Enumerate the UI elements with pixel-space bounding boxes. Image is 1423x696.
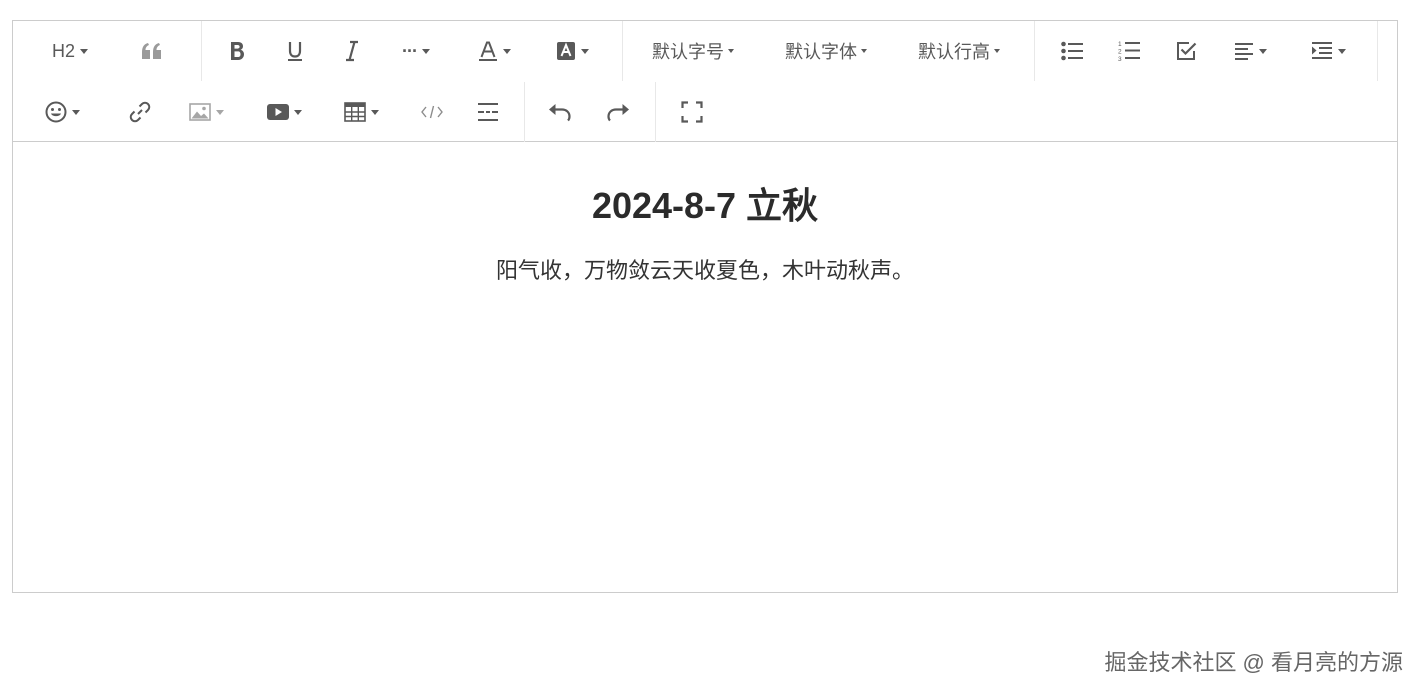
font-color-button[interactable] xyxy=(471,21,517,81)
watermark-text: 掘金技术社区 @ 看月亮的方源 xyxy=(1104,650,1403,675)
svg-text:1: 1 xyxy=(1118,41,1122,48)
toolbar-separator xyxy=(655,82,656,142)
font-family-select-label: 默认字体 xyxy=(785,42,857,62)
toolbar-separator xyxy=(1377,21,1378,81)
divider-icon xyxy=(478,103,498,121)
font-color-icon xyxy=(478,41,497,61)
heading-select-label: H2 xyxy=(51,40,75,61)
more-styles-label: ··· xyxy=(402,40,418,61)
indent-icon xyxy=(1311,42,1332,59)
chevron-down-icon xyxy=(728,49,734,53)
background-color-icon xyxy=(556,42,575,60)
document-paragraph: 阳气收，万物敛云天收夏色，木叶动秋声。 xyxy=(495,258,914,283)
insert-table-button[interactable] xyxy=(336,82,386,142)
toolbar-separator xyxy=(622,21,623,81)
underline-button[interactable] xyxy=(279,21,311,81)
svg-text:3: 3 xyxy=(1118,56,1122,62)
chevron-down-icon xyxy=(580,48,589,54)
undo-button[interactable] xyxy=(543,82,577,142)
editor-toolbar: H2 ··· 默认字号 默认字体 默认行高 1 2 3 xyxy=(13,21,1397,142)
indent-button[interactable] xyxy=(1303,21,1353,81)
text-align-button[interactable] xyxy=(1227,21,1273,81)
background-color-button[interactable] xyxy=(549,21,595,81)
italic-button[interactable] xyxy=(336,21,368,81)
chevron-down-icon xyxy=(1337,48,1346,54)
bold-icon xyxy=(231,42,244,60)
redo-button[interactable] xyxy=(601,82,635,142)
bulleted-list-icon xyxy=(1061,41,1083,61)
emoji-button[interactable] xyxy=(37,82,87,142)
todo-list-button[interactable] xyxy=(1169,21,1203,81)
numbered-list-icon: 1 2 3 xyxy=(1118,41,1140,62)
code-block-button[interactable] xyxy=(415,82,449,142)
font-size-select-label: 默认字号 xyxy=(652,42,724,62)
redo-icon xyxy=(607,104,629,122)
toolbar-separator xyxy=(524,82,525,142)
italic-icon xyxy=(346,40,358,62)
font-family-select-button[interactable]: 默认字体 xyxy=(766,21,886,81)
smiley-icon xyxy=(45,101,66,123)
editor-content-area[interactable]: 2024-8-7 立秋 阳气收，万物敛云天收夏色，木叶动秋声。 xyxy=(13,143,1397,592)
line-height-select-label: 默认行高 xyxy=(918,42,990,62)
image-icon xyxy=(188,103,211,121)
quote-icon xyxy=(142,43,161,59)
chevron-down-icon xyxy=(861,49,867,53)
chevron-down-icon xyxy=(994,49,1000,53)
divider-button[interactable] xyxy=(471,82,505,142)
link-icon xyxy=(129,101,151,123)
bulleted-list-button[interactable] xyxy=(1055,21,1089,81)
more-styles-button[interactable]: ··· xyxy=(393,21,439,81)
numbered-list-button[interactable]: 1 2 3 xyxy=(1112,21,1146,81)
chevron-down-icon xyxy=(215,109,224,115)
align-left-icon xyxy=(1234,43,1253,60)
rich-text-editor: H2 ··· 默认字号 默认字体 默认行高 1 2 3 2024-8-7 立秋 … xyxy=(12,20,1398,593)
document-heading: 2024-8-7 立秋 xyxy=(591,185,819,226)
chevron-down-icon xyxy=(370,109,379,115)
undo-icon xyxy=(549,104,571,122)
toolbar-separator xyxy=(201,21,202,81)
fullscreen-button[interactable] xyxy=(675,82,709,142)
table-icon xyxy=(343,102,366,122)
checkbox-icon xyxy=(1177,42,1197,60)
code-icon xyxy=(421,105,443,119)
insert-link-button[interactable] xyxy=(123,82,157,142)
video-icon xyxy=(266,104,289,120)
chevron-down-icon xyxy=(80,48,88,54)
svg-text:2: 2 xyxy=(1118,49,1122,56)
line-height-select-button[interactable]: 默认行高 xyxy=(899,21,1019,81)
chevron-down-icon xyxy=(502,48,511,54)
chevron-down-icon xyxy=(293,109,302,115)
bold-button[interactable] xyxy=(221,21,253,81)
heading-select-button[interactable]: H2 xyxy=(37,21,103,81)
chevron-down-icon xyxy=(421,48,430,54)
chevron-down-icon xyxy=(71,109,80,115)
fullscreen-icon xyxy=(681,101,703,123)
toolbar-separator xyxy=(1034,21,1035,81)
blockquote-button[interactable] xyxy=(135,21,169,81)
insert-image-button[interactable] xyxy=(181,82,231,142)
chevron-down-icon xyxy=(1258,48,1267,54)
underline-icon xyxy=(288,42,302,61)
insert-video-button[interactable] xyxy=(259,82,309,142)
font-size-select-button[interactable]: 默认字号 xyxy=(633,21,753,81)
